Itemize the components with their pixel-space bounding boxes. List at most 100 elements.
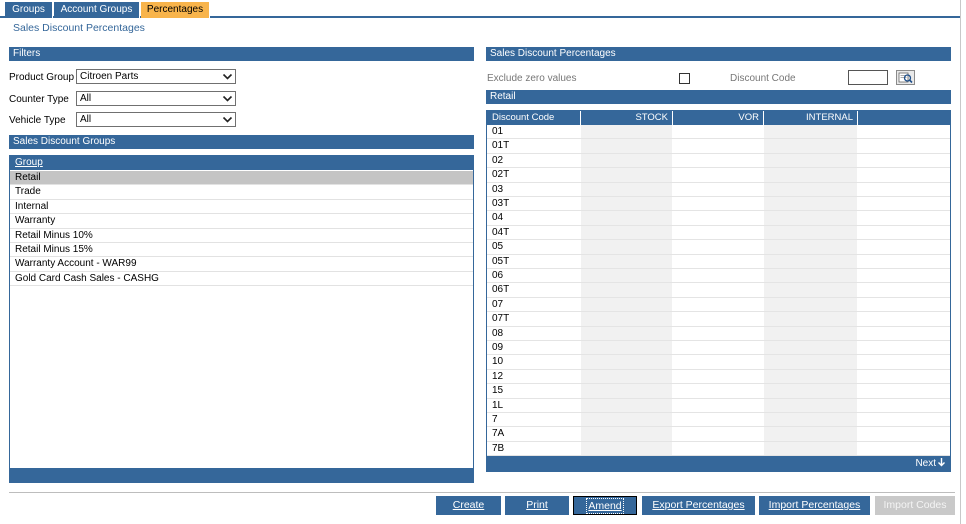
grid-row[interactable]: 06 bbox=[487, 269, 950, 284]
col-discount-code[interactable]: Discount Code bbox=[487, 111, 581, 125]
exclude-zero-checkbox[interactable] bbox=[679, 73, 690, 84]
tab-groups[interactable]: Groups bbox=[5, 2, 53, 18]
group-row[interactable]: Retail bbox=[10, 171, 473, 186]
discount-code-label: Discount Code bbox=[730, 73, 796, 84]
group-row[interactable]: Warranty bbox=[10, 214, 473, 229]
discount-code-cell: 02T bbox=[492, 169, 510, 181]
grid-row[interactable]: 06T bbox=[487, 283, 950, 298]
grid-row[interactable]: 15 bbox=[487, 384, 950, 399]
grid-row[interactable]: 04 bbox=[487, 211, 950, 226]
discount-code-cell: 1L bbox=[492, 399, 504, 411]
vehicle-type-select[interactable]: All bbox=[76, 112, 236, 127]
discount-code-cell: 10 bbox=[492, 356, 504, 368]
import-percentages-button[interactable]: Import Percentages bbox=[759, 496, 870, 515]
chevron-down-icon bbox=[222, 116, 233, 123]
grid-row[interactable]: 03T bbox=[487, 197, 950, 212]
discount-code-cell: 04T bbox=[492, 226, 510, 238]
print-button[interactable]: Print bbox=[505, 496, 569, 515]
group-row[interactable]: Retail Minus 15% bbox=[10, 243, 473, 258]
export-percentages-button[interactable]: Export Percentages bbox=[642, 496, 755, 515]
group-row[interactable]: Warranty Account - WAR99 bbox=[10, 257, 473, 272]
grid-row[interactable]: 02 bbox=[487, 154, 950, 169]
groups-header: Sales Discount Groups bbox=[9, 135, 474, 149]
counter-type-label: Counter Type bbox=[9, 94, 69, 105]
grid-row[interactable]: 7B bbox=[487, 442, 950, 457]
vehicle-type-value: All bbox=[80, 114, 92, 125]
grid-row[interactable]: 01 bbox=[487, 125, 950, 140]
col-internal[interactable]: INTERNAL bbox=[764, 111, 858, 125]
discount-code-cell: 12 bbox=[492, 370, 504, 382]
discount-code-cell: 08 bbox=[492, 327, 504, 339]
grid-row[interactable]: 1L bbox=[487, 399, 950, 413]
percentages-grid: Discount Code STOCK VOR INTERNAL 01 01T 02… bbox=[486, 110, 951, 472]
import-codes-button-label: Import Codes bbox=[883, 499, 947, 511]
discount-code-lookup-button[interactable] bbox=[896, 70, 915, 85]
grid-row[interactable]: 07T bbox=[487, 312, 950, 327]
exclude-zero-label: Exclude zero values bbox=[487, 73, 577, 84]
grid-row[interactable]: 02T bbox=[487, 168, 950, 183]
percentages-header: Sales Discount Percentages bbox=[486, 47, 951, 61]
search-icon bbox=[898, 72, 913, 84]
discount-code-cell: 09 bbox=[492, 342, 504, 353]
discount-code-cell: 06 bbox=[492, 270, 504, 281]
grid-row[interactable]: 12 bbox=[487, 370, 950, 385]
discount-code-input[interactable] bbox=[848, 70, 888, 85]
discount-code-cell: 03 bbox=[492, 183, 504, 195]
product-group-value: Citroen Parts bbox=[80, 71, 139, 82]
group-row[interactable]: Gold Card Cash Sales - CASHG bbox=[10, 272, 473, 287]
filters-header: Filters bbox=[9, 47, 474, 61]
chevron-down-icon bbox=[222, 95, 233, 102]
grid-row[interactable]: 7 bbox=[487, 413, 950, 428]
counter-type-select[interactable]: All bbox=[76, 91, 236, 106]
col-stock[interactable]: STOCK bbox=[581, 111, 673, 125]
discount-code-cell: 05T bbox=[492, 255, 510, 267]
create-button-label: Create bbox=[452, 499, 485, 511]
window-edge bbox=[960, 0, 966, 524]
export-button-label: Export Percentages bbox=[652, 499, 745, 511]
grid-row[interactable]: 7A bbox=[487, 427, 950, 442]
grid-row[interactable]: 10 bbox=[487, 355, 950, 370]
discount-code-cell: 07T bbox=[492, 313, 510, 325]
grid-row[interactable]: 01T bbox=[487, 139, 950, 154]
grid-row[interactable]: 04T bbox=[487, 226, 950, 241]
import-button-label: Import Percentages bbox=[768, 499, 861, 511]
grid-footer: Next bbox=[487, 456, 950, 471]
grid-row[interactable]: 05T bbox=[487, 255, 950, 269]
create-button[interactable]: Create bbox=[436, 496, 501, 515]
group-row[interactable]: Internal bbox=[10, 200, 473, 215]
grid-row[interactable]: 07 bbox=[487, 298, 950, 313]
bottom-divider bbox=[9, 492, 955, 493]
amend-button[interactable]: Amend bbox=[573, 496, 637, 515]
tab-account-groups[interactable]: Account Groups bbox=[54, 2, 140, 18]
discount-code-cell: 04 bbox=[492, 212, 504, 224]
grid-title: Retail bbox=[486, 90, 951, 104]
counter-type-value: All bbox=[80, 93, 92, 104]
discount-code-cell: 06T bbox=[492, 284, 510, 296]
grid-row[interactable]: 08 bbox=[487, 327, 950, 341]
vehicle-type-label: Vehicle Type bbox=[9, 115, 66, 126]
grid-row[interactable]: 03 bbox=[487, 183, 950, 197]
discount-code-cell: 7B bbox=[492, 442, 505, 454]
next-link[interactable]: Next bbox=[915, 458, 946, 469]
grid-header: Discount Code STOCK VOR INTERNAL bbox=[487, 111, 950, 125]
tab-bar: Groups Account Groups Percentages bbox=[0, 0, 966, 18]
col-vor[interactable]: VOR bbox=[673, 111, 764, 125]
discount-code-cell: 01 bbox=[492, 126, 504, 137]
print-button-label: Print bbox=[526, 499, 548, 511]
product-group-select[interactable]: Citroen Parts bbox=[76, 69, 236, 84]
amend-button-label: Amend bbox=[586, 498, 624, 514]
discount-code-cell: 05 bbox=[492, 241, 504, 253]
grid-row[interactable]: 05 bbox=[487, 240, 950, 255]
groups-list: Group Retail Trade Internal Warranty Retail … bbox=[9, 155, 474, 483]
import-codes-button: Import Codes bbox=[875, 496, 955, 515]
page-title: Sales Discount Percentages bbox=[13, 22, 145, 34]
arrow-down-icon bbox=[938, 458, 945, 467]
group-row[interactable]: Trade bbox=[10, 185, 473, 200]
group-row[interactable]: Retail Minus 10% bbox=[10, 229, 473, 243]
discount-code-cell: 7 bbox=[492, 414, 498, 425]
grid-row[interactable]: 09 bbox=[487, 341, 950, 356]
tab-percentages[interactable]: Percentages bbox=[141, 2, 210, 18]
discount-code-cell: 03T bbox=[492, 198, 510, 209]
discount-code-cell: 7A bbox=[492, 428, 505, 440]
group-column-header[interactable]: Group bbox=[10, 156, 473, 170]
